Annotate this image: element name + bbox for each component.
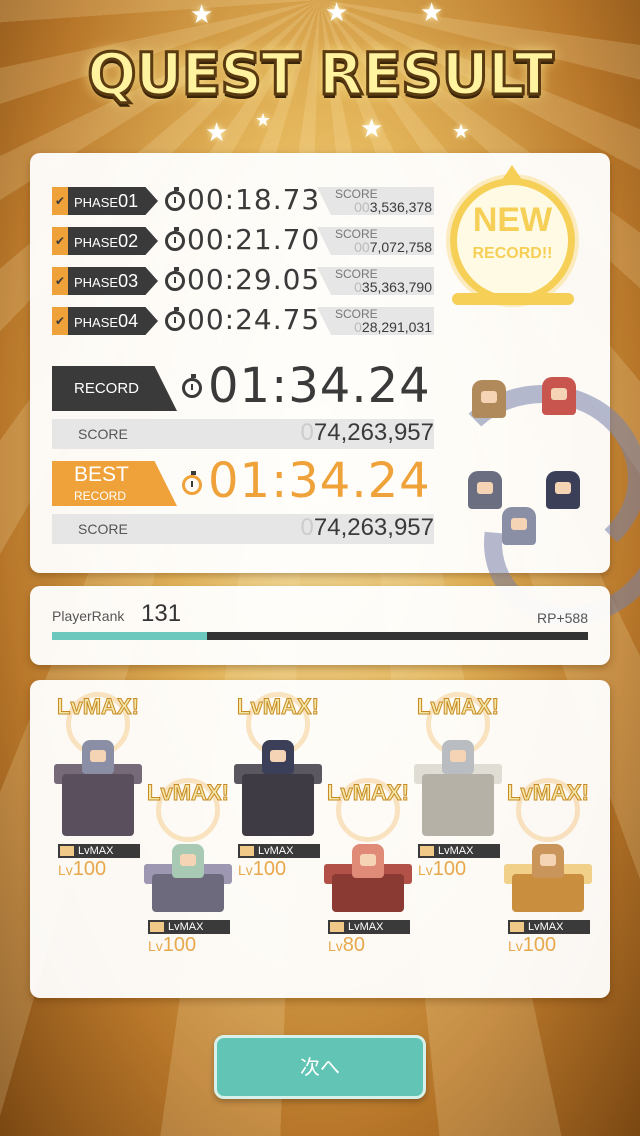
unit-level: Lv100: [238, 858, 287, 880]
star-icon: ★: [190, 0, 214, 30]
rank-progress-fill: [52, 632, 208, 640]
page-title: QUEST RESULT: [86, 39, 556, 110]
character-sprite: [262, 740, 294, 774]
stopwatch-icon: [165, 307, 185, 331]
unit-level: Lv100: [58, 858, 107, 880]
unit-level: Lv100: [418, 858, 467, 880]
party-sprites: [420, 375, 640, 664]
stopwatch-icon: [182, 374, 202, 398]
best-record-tag: BEST RECORD: [52, 461, 177, 506]
pedestal: [512, 874, 584, 912]
pedestal: [152, 874, 224, 912]
phase-time: 00:21.70: [187, 223, 321, 256]
lvmax-burst: LvMAX!: [147, 780, 230, 806]
lvmax-tag: LvMAX: [238, 844, 320, 858]
character-sprite: [546, 471, 580, 509]
phase-row: ✔ PHASE01 00:18.73 SCORE 003,536,378: [52, 183, 437, 216]
star-icon: ★: [255, 110, 272, 131]
character-sprite: [502, 507, 536, 545]
lvmax-burst: LvMAX!: [57, 694, 140, 720]
lvmax-tag: LvMAX: [328, 920, 410, 934]
character-sprite: [542, 377, 576, 415]
phase-score: SCORE 028,291,031: [317, 307, 434, 335]
unit-level: Lv80: [328, 934, 366, 956]
player-rank-panel: PlayerRank 131 RP+588: [30, 586, 610, 665]
phase-time: 00:24.75: [187, 303, 321, 336]
rank-progress-bar: [52, 632, 588, 640]
lvmax-tag: LvMAX: [508, 920, 590, 934]
record-score-label: SCORE: [78, 426, 128, 442]
pedestal: [332, 874, 404, 912]
best-score-label: SCORE: [78, 521, 128, 537]
new-record-badge: NEW RECORD!!: [450, 178, 575, 303]
units-panel: LvMAX! LvMAX Lv100 LvMAX! LvMAX Lv100 LvMAX! Lv…: [30, 680, 610, 998]
phase-tag: PHASE01: [68, 187, 158, 215]
lvmax-tag: LvMAX: [58, 844, 140, 858]
next-button[interactable]: 次へ: [214, 1035, 426, 1099]
character-sprite: [468, 471, 502, 509]
phase-time: 00:29.05: [187, 263, 321, 296]
record-score-value: 074,263,957: [300, 419, 434, 446]
lvmax-burst: LvMAX!: [237, 694, 320, 720]
check-icon: ✔: [52, 227, 68, 255]
phase-tag: PHASE02: [68, 227, 158, 255]
lvmax-burst: LvMAX!: [507, 780, 590, 806]
pedestal: [62, 774, 134, 836]
stopwatch-icon: [182, 471, 202, 495]
badge-ribbon: [452, 293, 574, 305]
lvmax-tag: LvMAX: [148, 920, 230, 934]
star-icon: ★: [205, 118, 229, 148]
record-tag: RECORD: [52, 366, 177, 411]
stopwatch-icon: [165, 187, 185, 211]
player-rank-value: 131: [141, 600, 182, 627]
unit-card[interactable]: LvMAX! LvMAX Lv100: [498, 772, 608, 1002]
star-icon: ★: [420, 0, 444, 28]
character-sprite: [172, 844, 204, 878]
character-sprite: [442, 740, 474, 774]
star-icon: ★: [325, 0, 349, 28]
pedestal: [242, 774, 314, 836]
stopwatch-icon: [165, 267, 185, 291]
phase-row: ✔ PHASE04 00:24.75 SCORE 028,291,031: [52, 303, 437, 336]
unit-level: Lv100: [508, 934, 557, 956]
star-icon: ★: [452, 119, 470, 143]
check-icon: ✔: [52, 187, 68, 215]
phase-row: ✔ PHASE02 00:21.70 SCORE 007,072,758: [52, 223, 437, 256]
record-score-bar: SCORE 074,263,957: [52, 419, 434, 449]
phase-score: SCORE 007,072,758: [317, 227, 434, 255]
character-sprite: [352, 844, 384, 878]
record-time: 01:34.24: [208, 358, 431, 414]
phase-time: 00:18.73: [187, 183, 321, 216]
best-score-value: 074,263,957: [300, 514, 434, 541]
phase-score: SCORE 035,363,790: [317, 267, 434, 295]
stopwatch-icon: [165, 227, 185, 251]
unit-level: Lv100: [148, 934, 197, 956]
check-icon: ✔: [52, 267, 68, 295]
phase-tag: PHASE04: [68, 307, 158, 335]
phase-score: SCORE 003,536,378: [317, 187, 434, 215]
star-icon: ★: [360, 114, 384, 144]
phase-row: ✔ PHASE03 00:29.05 SCORE 035,363,790: [52, 263, 437, 296]
rp-gain: RP+588: [537, 610, 588, 626]
best-score-bar: SCORE 074,263,957: [52, 514, 434, 544]
best-time: 01:34.24: [208, 453, 431, 509]
pedestal: [422, 774, 494, 836]
phase-tag: PHASE03: [68, 267, 158, 295]
lvmax-burst: LvMAX!: [327, 780, 410, 806]
check-icon: ✔: [52, 307, 68, 335]
character-sprite: [472, 380, 506, 418]
lvmax-burst: LvMAX!: [417, 694, 500, 720]
character-sprite: [532, 844, 564, 878]
character-sprite: [82, 740, 114, 774]
lvmax-tag: LvMAX: [418, 844, 500, 858]
player-rank-label: PlayerRank: [52, 608, 125, 624]
